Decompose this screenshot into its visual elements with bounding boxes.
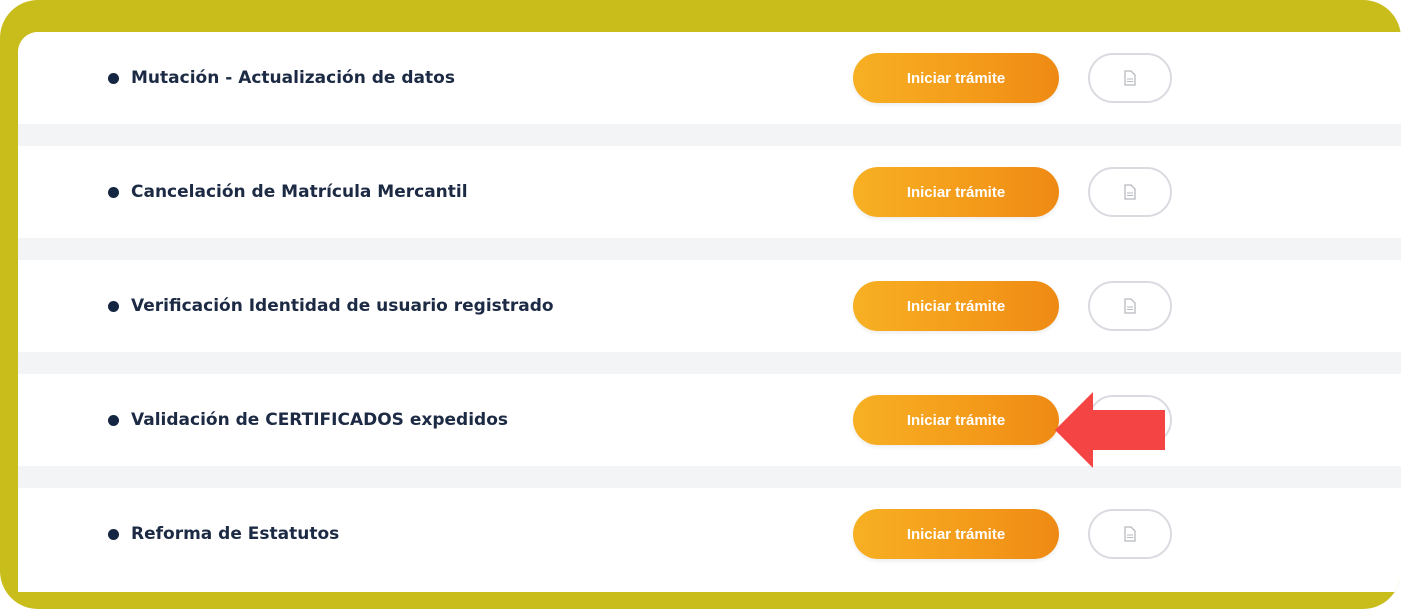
bullet-icon xyxy=(108,72,119,84)
bullet-icon xyxy=(108,414,119,426)
document-button[interactable] xyxy=(1088,509,1172,559)
procedure-label: Validación de CERTIFICADOS expedidos xyxy=(108,410,508,430)
start-procedure-button[interactable]: Iniciar trámite xyxy=(853,281,1059,331)
highlight-frame: Mutación - Actualización de datos Inicia… xyxy=(0,0,1401,609)
list-item: Validación de CERTIFICADOS expedidos Ini… xyxy=(18,374,1401,466)
start-procedure-button[interactable]: Iniciar trámite xyxy=(853,167,1059,217)
procedure-label-text: Cancelación de Matrícula Mercantil xyxy=(131,182,468,202)
divider xyxy=(18,352,1401,374)
divider xyxy=(18,466,1401,488)
start-procedure-button[interactable]: Iniciar trámite xyxy=(853,509,1059,559)
start-procedure-button[interactable]: Iniciar trámite xyxy=(853,53,1059,103)
procedures-list: Mutación - Actualización de datos Inicia… xyxy=(18,32,1401,592)
document-icon xyxy=(1124,184,1136,200)
document-icon xyxy=(1124,70,1136,86)
procedure-label: Mutación - Actualización de datos xyxy=(108,68,455,88)
divider xyxy=(18,238,1401,260)
start-procedure-button[interactable]: Iniciar trámite xyxy=(853,395,1059,445)
list-item: Cancelación de Matrícula Mercantil Inici… xyxy=(18,146,1401,238)
document-button[interactable] xyxy=(1088,167,1172,217)
document-icon xyxy=(1124,526,1136,542)
divider xyxy=(18,124,1401,146)
document-button[interactable] xyxy=(1088,53,1172,103)
procedure-label: Reforma de Estatutos xyxy=(108,524,339,544)
bullet-icon xyxy=(108,186,119,198)
procedure-label: Verificación Identidad de usuario regist… xyxy=(108,296,554,316)
document-icon xyxy=(1124,298,1136,314)
bullet-icon xyxy=(108,528,119,540)
procedure-label-text: Mutación - Actualización de datos xyxy=(131,68,455,88)
list-item: Mutación - Actualización de datos Inicia… xyxy=(18,32,1401,124)
list-item: Verificación Identidad de usuario regist… xyxy=(18,260,1401,352)
red-arrow-left-icon xyxy=(1055,392,1165,468)
procedure-label-text: Reforma de Estatutos xyxy=(131,524,340,544)
procedure-label-text: Validación de CERTIFICADOS expedidos xyxy=(131,410,509,430)
list-item: Reforma de Estatutos Iniciar trámite xyxy=(18,488,1401,580)
bullet-icon xyxy=(108,300,119,312)
procedure-label-text: Verificación Identidad de usuario regist… xyxy=(131,296,554,316)
procedure-label: Cancelación de Matrícula Mercantil xyxy=(108,182,468,202)
document-button[interactable] xyxy=(1088,281,1172,331)
